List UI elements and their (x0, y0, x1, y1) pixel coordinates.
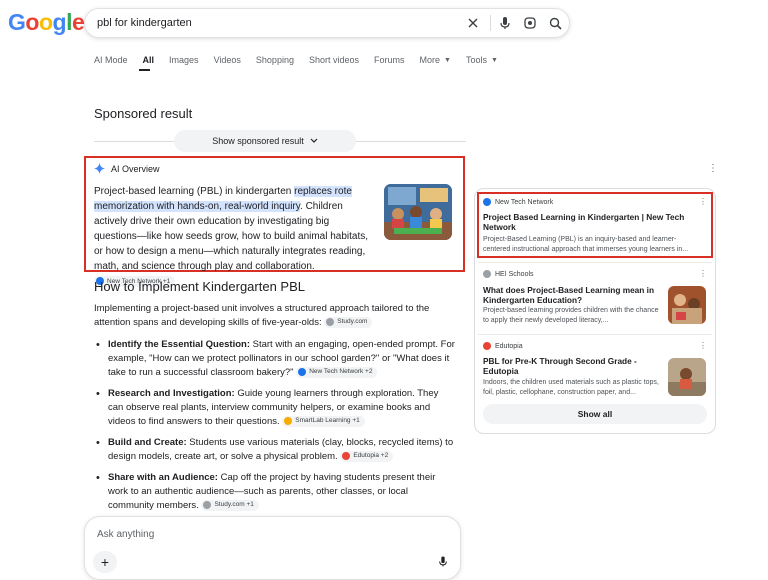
howto-heading: How to Implement Kindergarten PBL (94, 279, 305, 294)
ask-anything-input[interactable]: Ask anything (97, 529, 154, 540)
list-item: Research and Investigation: Guide young … (94, 387, 456, 429)
source-chip[interactable]: New Tech Network +2 (296, 366, 378, 378)
new-tech-network-logo-icon (483, 198, 491, 206)
tab-shopping[interactable]: Shopping (256, 54, 294, 66)
lens-icon[interactable] (519, 12, 541, 34)
step-title: Identify the Essential Question: (108, 339, 250, 350)
clear-icon[interactable] (462, 12, 484, 34)
source-chip-label: Study.com (337, 318, 368, 326)
plus-button[interactable]: + (93, 551, 117, 573)
source-chip-label: SmartLab Learning +1 (295, 417, 360, 425)
source-chip-label: New Tech Network +2 (309, 368, 373, 376)
ask-anything-box[interactable]: Ask anything + (84, 516, 461, 580)
caret-down-icon: ▼ (490, 56, 498, 64)
source-title-link[interactable]: PBL for Pre-K Through Second Grade - Edu… (483, 356, 663, 376)
source-divider (478, 262, 712, 263)
smartlab-logo-icon (284, 417, 293, 426)
source-divider (478, 334, 712, 335)
source-chip-label: Edutopia +2 (353, 452, 389, 460)
more-options-icon[interactable]: ⋮ (699, 269, 707, 278)
search-input[interactable] (97, 17, 462, 29)
show-all-button[interactable]: Show all (483, 404, 707, 424)
ai-overview-text: Project-based learning (PBL) in kinderga… (94, 184, 374, 289)
show-sponsored-button[interactable]: Show sponsored result (174, 130, 356, 152)
source-site-name: New Tech Network (495, 198, 554, 206)
source-site-row[interactable]: HEI Schools (483, 270, 534, 278)
step-title: Research and Investigation: (108, 388, 235, 399)
tab-tools-label: Tools (465, 55, 487, 65)
sponsored-title: Sponsored result (94, 106, 193, 121)
search-icon[interactable] (544, 12, 566, 34)
source-site-name: HEI Schools (495, 270, 534, 278)
more-options-icon[interactable]: ⋮ (708, 163, 718, 174)
edutopia-logo-icon (342, 452, 351, 461)
chevron-down-icon (310, 138, 318, 143)
search-divider (490, 15, 491, 31)
source-site-row[interactable]: Edutopia (483, 342, 523, 350)
more-options-icon[interactable]: ⋮ (699, 197, 707, 206)
source-snippet: Project-Based Learning (PBL) is an inqui… (483, 236, 689, 253)
tab-forums[interactable]: Forums (374, 54, 405, 66)
caret-down-icon: ▼ (444, 56, 451, 64)
tab-images[interactable]: Images (169, 54, 199, 66)
step-title: Share with an Audience: (108, 472, 218, 483)
source-chip[interactable]: SmartLab Learning +1 (282, 415, 365, 427)
source-title-link[interactable]: Project Based Learning in Kindergarten |… (483, 212, 703, 232)
aio-text-start: Project-based learning (PBL) in kinderga… (94, 186, 295, 197)
source-snippet: Project-based learning provides children… (483, 307, 659, 324)
step-title: Build and Create: (108, 437, 187, 448)
ai-overview-image[interactable] (384, 184, 452, 240)
ai-overview-label: AI Overview (111, 163, 160, 174)
source-thumbnail[interactable] (668, 286, 706, 324)
microphone-icon[interactable] (494, 12, 516, 34)
tab-ai-mode[interactable]: AI Mode (94, 54, 128, 66)
tab-more-label: More (419, 55, 441, 65)
source-chip[interactable]: Edutopia +2 (340, 450, 394, 462)
more-options-icon[interactable]: ⋮ (699, 341, 707, 350)
howto-intro: Implementing a project-based unit involv… (94, 302, 440, 330)
sparkle-icon (94, 163, 105, 174)
tab-short-videos[interactable]: Short videos (309, 54, 359, 66)
source-chip-label: Study.com +1 (214, 501, 254, 509)
active-tab-indicator (139, 69, 150, 71)
microphone-icon[interactable] (438, 555, 448, 573)
source-site-row[interactable]: New Tech Network (483, 198, 553, 206)
search-bar[interactable] (84, 8, 570, 38)
source-thumbnail[interactable] (668, 358, 706, 396)
search-tabs: AI Mode All Images Videos Shopping Short… (94, 54, 513, 66)
edutopia-logo-icon (483, 342, 491, 350)
source-chip[interactable]: Study.com +1 (201, 499, 259, 511)
list-item: Identify the Essential Question: Start w… (94, 338, 456, 380)
study-com-logo-icon (203, 501, 212, 510)
list-item: Share with an Audience: Cap off the proj… (94, 471, 456, 513)
tab-videos[interactable]: Videos (214, 54, 241, 66)
list-item: Build and Create: Students use various m… (94, 436, 456, 464)
source-snippet: Indoors, the children used materials suc… (483, 379, 659, 396)
study-com-logo-icon (326, 318, 335, 327)
ai-overview-header: AI Overview (94, 163, 160, 174)
plus-icon: + (100, 554, 110, 570)
source-title-link[interactable]: What does Project-Based Learning mean in… (483, 285, 663, 305)
source-site-name: Edutopia (495, 342, 523, 350)
google-logo[interactable]: Google (8, 9, 85, 36)
hei-schools-logo-icon (483, 270, 491, 278)
tab-tools[interactable]: Tools ▼ (466, 54, 498, 66)
tab-more[interactable]: More ▼ (420, 54, 451, 66)
source-chip[interactable]: Study.com (324, 316, 373, 328)
howto-steps-list: Identify the Essential Question: Start w… (94, 338, 456, 520)
new-tech-network-logo-icon (298, 368, 307, 377)
show-sponsored-label: Show sponsored result (212, 136, 304, 146)
tab-all[interactable]: All (143, 54, 155, 66)
howto-intro-text: Implementing a project-based unit involv… (94, 303, 430, 328)
